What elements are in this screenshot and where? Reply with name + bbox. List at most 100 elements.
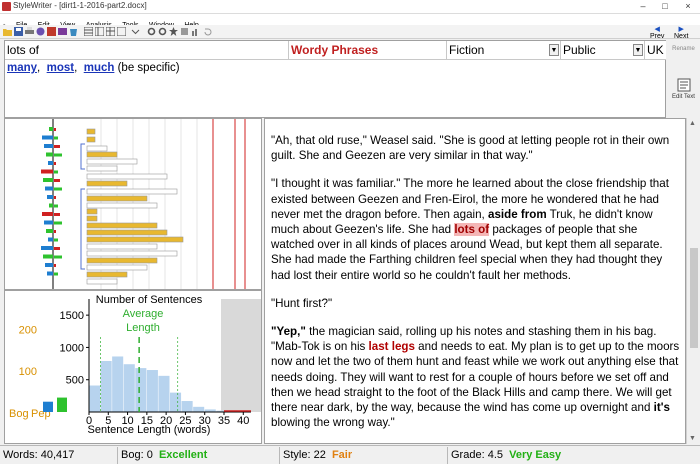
histogram-bar	[89, 385, 101, 412]
app-icon	[2, 2, 11, 11]
sentence-bar[interactable]	[86, 208, 98, 215]
toolbar: ◀ Prev ▶ Next	[0, 25, 700, 40]
document-scrollbar[interactable]: ▲ ▼	[686, 118, 700, 444]
maximize-button[interactable]: □	[654, 0, 676, 13]
check-icon[interactable]	[36, 27, 45, 36]
sentence-bar[interactable]	[86, 243, 158, 250]
paragraph[interactable]: "Hunt first?"	[271, 296, 681, 311]
view-panel-icon[interactable]	[117, 27, 126, 36]
sentence-graph-panel[interactable]	[4, 118, 262, 290]
sentence-graph[interactable]	[5, 119, 261, 289]
sentence-bar[interactable]	[86, 257, 158, 264]
phrase-field[interactable]: lots of	[5, 41, 289, 60]
sentence-score-bar	[49, 203, 53, 208]
flagged-phrase[interactable]: "Yep,"	[271, 325, 306, 338]
words-label: Words:	[3, 449, 38, 461]
sentence-bar[interactable]	[86, 202, 158, 209]
status-bar: Words: 40,417 Bog: 0 Excellent Style: 22…	[0, 445, 700, 464]
flagged-phrase[interactable]: it's	[654, 401, 670, 414]
sentence-bar[interactable]	[86, 180, 128, 187]
sentence-score-bar	[46, 152, 53, 157]
flagged-phrase[interactable]: aside from	[488, 208, 547, 221]
word-count: Words: 40,417	[0, 447, 118, 464]
sentence-bar[interactable]	[86, 264, 148, 271]
rename-button[interactable]: Rename	[668, 46, 699, 52]
window-title: StyleWriter - [dirt1-1-2016-part2.docx]	[13, 1, 147, 10]
sentence-bar[interactable]	[86, 151, 118, 158]
view-table-icon[interactable]	[106, 27, 115, 36]
suggestion-many[interactable]: many	[7, 62, 37, 74]
minimize-button[interactable]: –	[632, 0, 654, 13]
histogram-bar	[181, 401, 193, 412]
sentence-bar[interactable]	[86, 128, 96, 135]
flagged-phrase[interactable]: last legs	[369, 340, 415, 353]
chevron-down-icon[interactable]: ▼	[633, 44, 643, 56]
paragraph[interactable]: "I thought it was familiar." The more he…	[271, 176, 681, 282]
sentence-bar[interactable]	[86, 165, 118, 172]
grade-label: Grade:	[451, 449, 485, 461]
sentence-score-bar	[54, 153, 62, 157]
paragraph[interactable]: "Yep," the magician said, rolling up his…	[271, 324, 681, 430]
sentence-bar[interactable]	[86, 195, 148, 202]
scroll-thumb[interactable]	[690, 248, 698, 348]
histogram-bar	[100, 360, 112, 412]
y-tick-label: 1000	[60, 342, 84, 354]
sentence-score-bar	[45, 186, 53, 191]
x-tick-label: 10	[121, 415, 133, 427]
sentence-score-bar	[43, 254, 53, 259]
next-button[interactable]: ▶ Next	[674, 26, 688, 40]
sentence-bar[interactable]	[86, 136, 96, 143]
suggestion-much[interactable]: much	[84, 62, 115, 74]
sentence-bar[interactable]	[86, 173, 168, 180]
options-icon[interactable]	[158, 27, 167, 36]
scroll-up-icon[interactable]: ▲	[689, 120, 696, 127]
chevron-down-icon[interactable]	[131, 27, 140, 36]
stats-icon[interactable]	[191, 27, 200, 36]
document-text[interactable]: "Ah, that old ruse," Weasel said. "She i…	[271, 133, 681, 443]
issue-panel: lots of Wordy Phrases Fiction ▼ Public ▼…	[4, 40, 666, 118]
sentence-bar[interactable]	[86, 145, 108, 152]
flagged-phrase[interactable]: lots of	[454, 223, 490, 237]
histogram-panel: Number of Sentences Average Length Sente…	[4, 290, 262, 444]
sentence-bar[interactable]	[86, 158, 138, 165]
scroll-down-icon[interactable]: ▼	[689, 435, 696, 442]
view-doc-icon[interactable]	[95, 27, 104, 36]
sentence-bar[interactable]	[86, 250, 178, 257]
chevron-down-icon[interactable]: ▼	[549, 44, 559, 56]
sentence-score-bar	[54, 255, 62, 259]
undo-icon[interactable]	[203, 27, 212, 36]
sentence-bar[interactable]	[86, 236, 184, 243]
word-icon[interactable]	[47, 27, 56, 36]
document-panel[interactable]: "Ah, that old ruse," Weasel said. "She i…	[264, 118, 686, 444]
audience-select[interactable]: Public ▼	[561, 41, 645, 60]
sentence-score-bar	[54, 264, 56, 267]
histogram-bar	[123, 364, 135, 412]
edit-text-label: Edit Text	[672, 94, 695, 100]
sentence-score-bar	[54, 196, 56, 199]
save-icon[interactable]	[14, 27, 23, 36]
view-list-icon[interactable]	[84, 27, 93, 36]
print-icon[interactable]	[25, 27, 34, 36]
bucket-icon[interactable]	[69, 27, 78, 36]
text-run: "Hunt first?"	[271, 296, 333, 310]
genre-select[interactable]: Fiction ▼	[447, 41, 561, 60]
suggestion-most[interactable]: most	[47, 62, 74, 74]
prev-label: Prev	[650, 33, 665, 40]
dictionary-icon[interactable]	[58, 27, 67, 36]
sentence-bar[interactable]	[86, 188, 178, 195]
sentence-score-bar	[43, 178, 53, 182]
settings-icon[interactable]	[147, 27, 156, 36]
sentence-bar[interactable]	[86, 215, 98, 222]
sentence-bar[interactable]	[86, 229, 168, 236]
star-icon[interactable]	[169, 27, 178, 36]
edit-text-button[interactable]: Edit Text	[668, 78, 699, 100]
paragraph[interactable]: "Ah, that old ruse," Weasel said. "She i…	[271, 133, 681, 163]
close-button[interactable]: ×	[677, 0, 699, 13]
sentence-bar[interactable]	[86, 222, 158, 229]
open-icon[interactable]	[3, 27, 12, 36]
sentence-bar[interactable]	[86, 271, 128, 278]
prev-button[interactable]: ◀ Prev	[650, 26, 664, 40]
sentence-bar[interactable]	[86, 278, 118, 285]
format-icon[interactable]	[180, 27, 189, 36]
x-tick-label: 5	[105, 415, 111, 427]
